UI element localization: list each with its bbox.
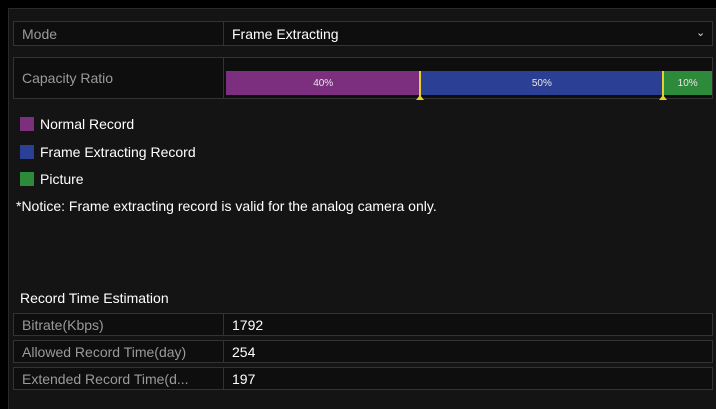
allowed-record-time-label: Allowed Record Time(day) bbox=[14, 341, 224, 362]
notice-text: *Notice: Frame extracting record is vali… bbox=[16, 198, 437, 214]
capacity-ratio-label: Capacity Ratio bbox=[14, 58, 224, 98]
table-row: Bitrate(Kbps) 1792 bbox=[13, 313, 713, 336]
ratio-slider-handle-2[interactable] bbox=[659, 71, 668, 100]
legend-label: Normal Record bbox=[40, 116, 135, 132]
legend-label: Picture bbox=[40, 171, 84, 187]
mode-label: Mode bbox=[14, 22, 224, 45]
table-row: Extended Record Time(d... 197 bbox=[13, 367, 713, 390]
extended-record-time-label: Extended Record Time(d... bbox=[14, 368, 224, 389]
extended-record-time-value: 197 bbox=[232, 370, 256, 387]
table-row: Allowed Record Time(day) 254 bbox=[13, 340, 713, 363]
mode-row[interactable]: Mode Frame Extracting ⌄ bbox=[13, 21, 713, 46]
normal-record-swatch bbox=[20, 117, 34, 131]
capacity-segment-picture: 10% bbox=[663, 71, 712, 95]
ratio-slider-handle-1[interactable] bbox=[416, 71, 425, 100]
capacity-segment-frame: 50% bbox=[420, 71, 664, 95]
bitrate-value: 1792 bbox=[232, 316, 264, 333]
chevron-down-icon[interactable]: ⌄ bbox=[696, 28, 706, 39]
legend-picture: Picture bbox=[20, 171, 84, 187]
frame-extracting-swatch bbox=[20, 145, 34, 159]
legend-label: Frame Extracting Record bbox=[40, 144, 196, 160]
picture-swatch bbox=[20, 172, 34, 186]
allowed-record-time-value: 254 bbox=[232, 343, 256, 360]
mode-select[interactable]: Frame Extracting bbox=[232, 22, 712, 45]
capacity-segment-normal: 40% bbox=[226, 71, 421, 95]
record-time-estimation-title: Record Time Estimation bbox=[20, 290, 169, 306]
capacity-ratio-bar: 40% 50% 10% bbox=[226, 71, 712, 95]
legend-normal-record: Normal Record bbox=[20, 116, 134, 132]
legend-frame-extracting-record: Frame Extracting Record bbox=[20, 144, 196, 160]
bitrate-label: Bitrate(Kbps) bbox=[14, 314, 224, 335]
